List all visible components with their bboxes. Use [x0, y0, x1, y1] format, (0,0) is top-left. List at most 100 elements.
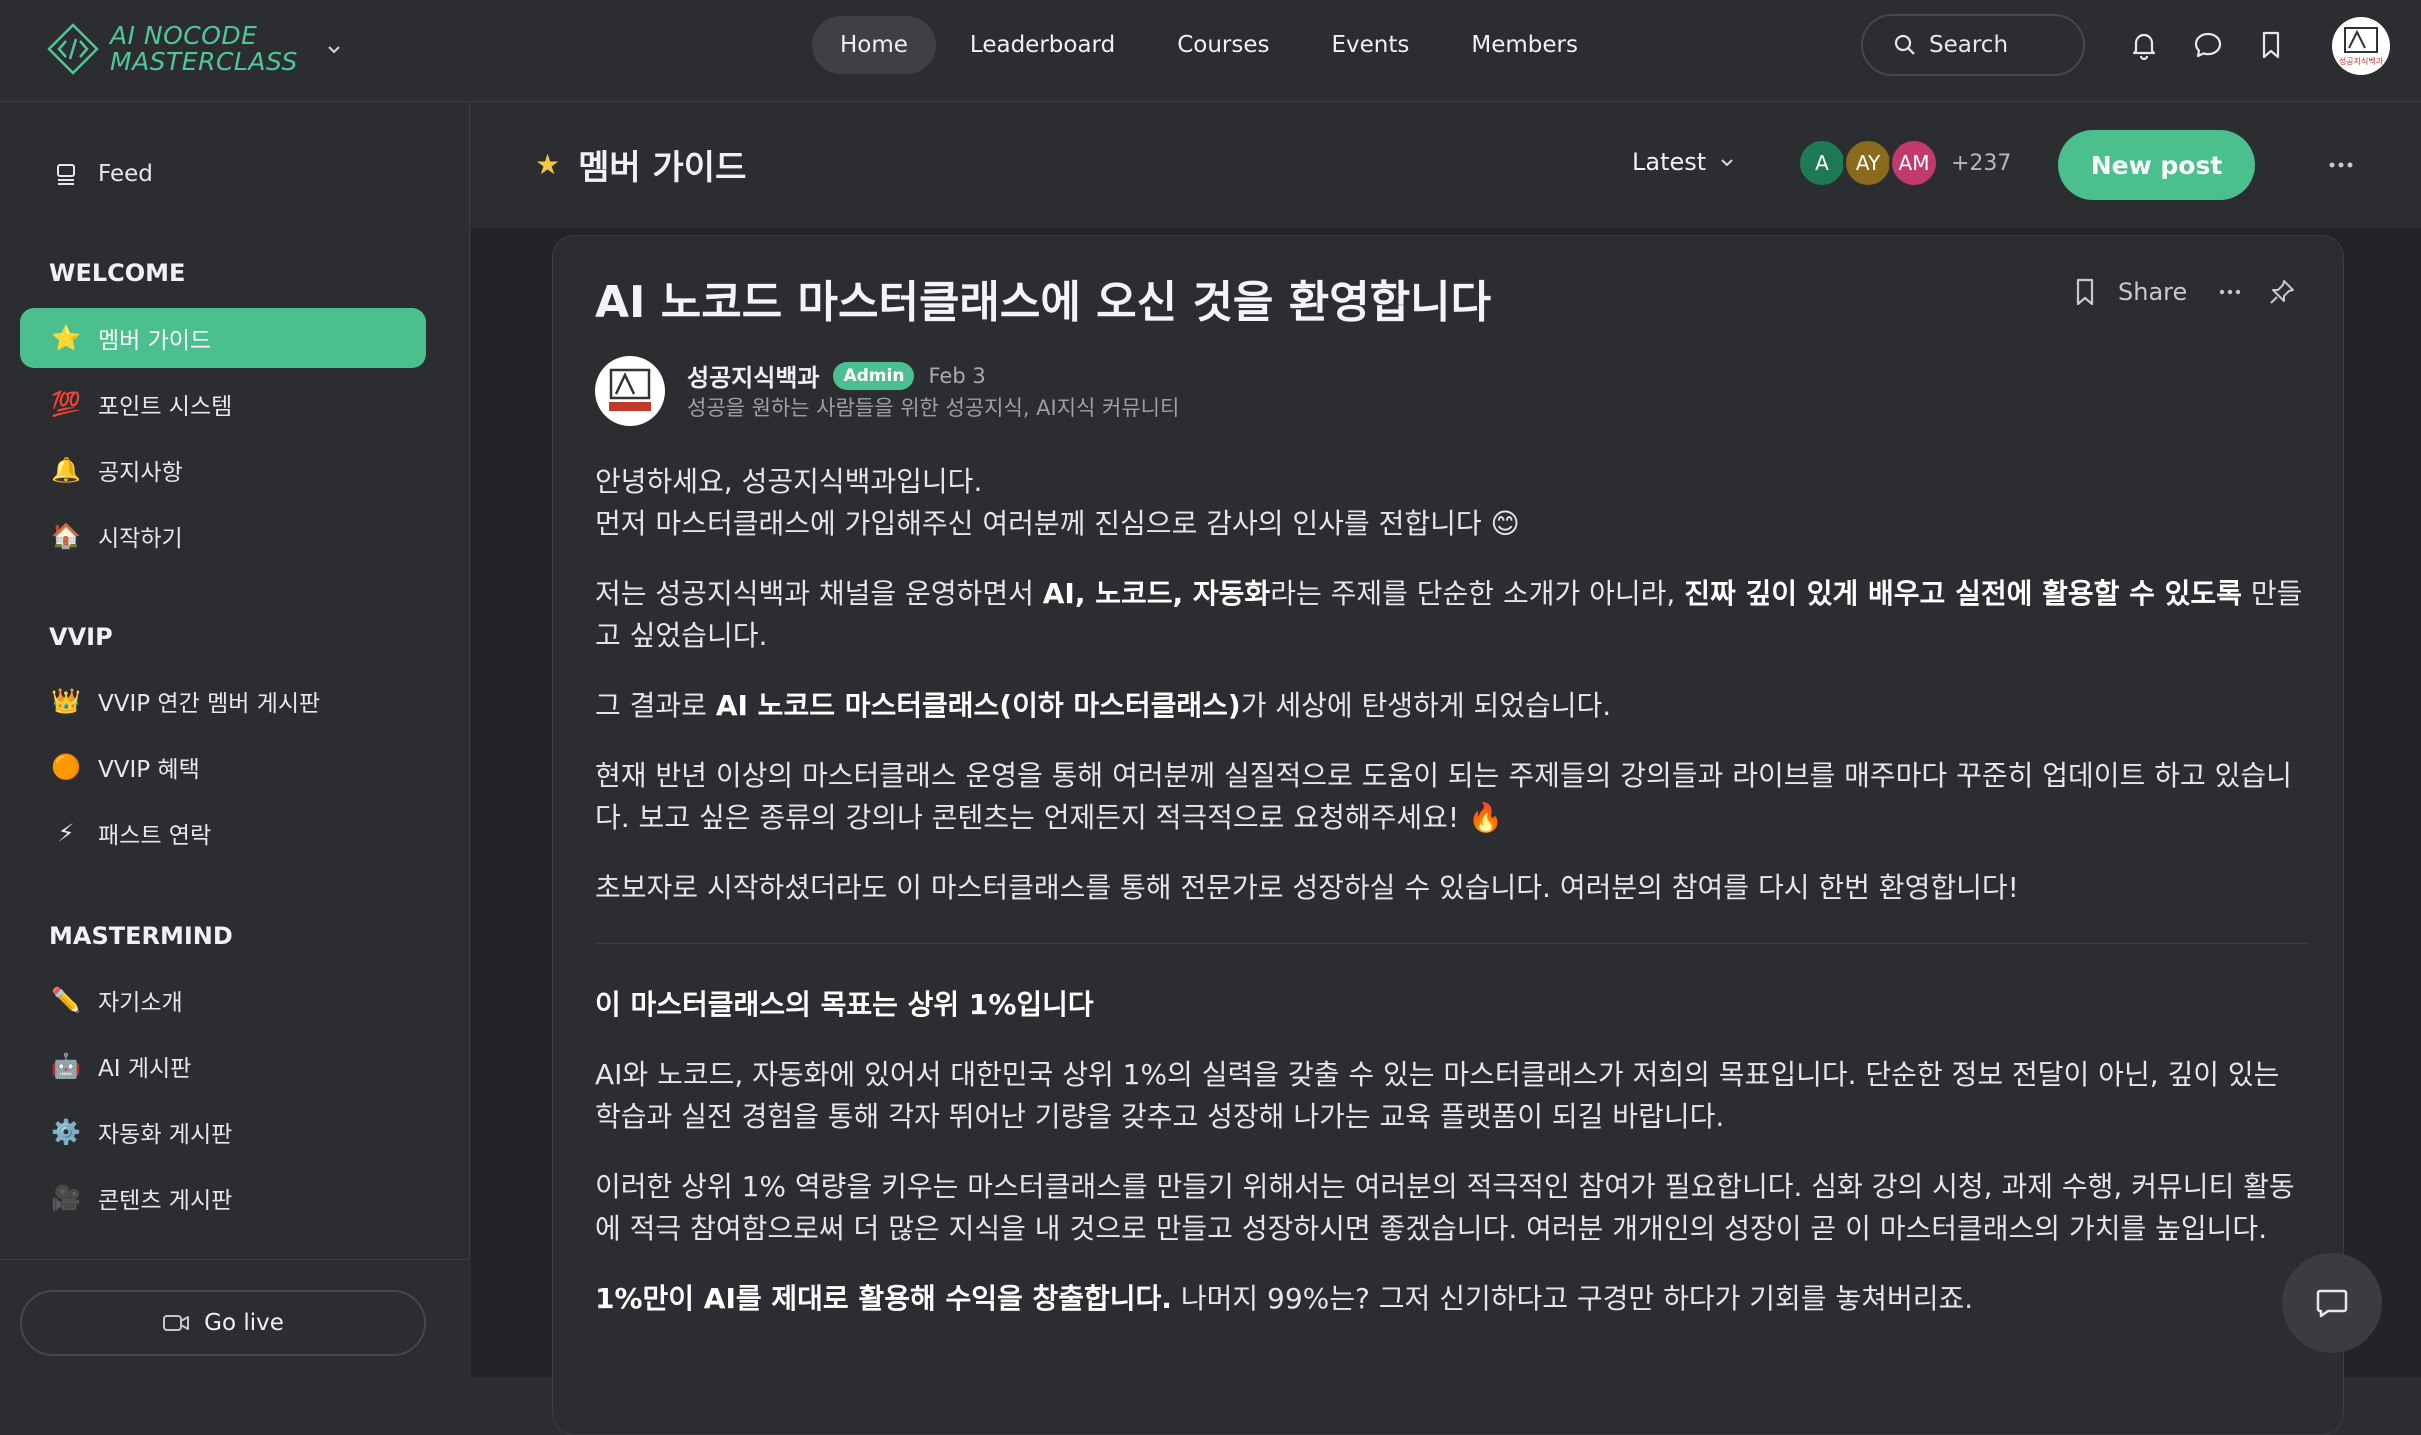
post-body: 안녕하세요, 성공지식백과입니다. 먼저 마스터클래스에 가입해주신 여러분께 … — [595, 461, 2307, 1348]
more-options-icon[interactable] — [2217, 279, 2243, 305]
paragraph: 저는 성공지식백과 채널을 운영하면서 AI, 노코드, 자동화라는 주제를 단… — [595, 573, 2307, 657]
chat-icon[interactable] — [2191, 28, 2225, 62]
post-card: AI 노코드 마스터클래스에 오신 것을 환영합니다 Share 성공지식백과 — [552, 235, 2344, 1435]
sidebar-item-label: AI 게시판 — [98, 1056, 192, 1082]
nav-leaderboard[interactable]: Leaderboard — [942, 16, 1143, 74]
paragraph: 현재 반년 이상의 마스터클래스 운영을 통해 여러분께 실질적으로 도움이 되… — [595, 759, 2292, 834]
post-actions: Share — [2070, 276, 2297, 308]
bookmark-icon[interactable] — [2254, 28, 2288, 62]
sidebar-item-vvip-benefits[interactable]: 🟠 VVIP 혜택 — [20, 737, 426, 797]
sidebar-item-self-intro[interactable]: ✏️ 자기소개 — [20, 970, 426, 1030]
sidebar-item-label: 시작하기 — [98, 526, 183, 552]
paragraph: 그 결과로 AI 노코드 마스터클래스(이하 마스터클래스)가 세상에 탄생하게… — [595, 685, 2307, 727]
sidebar-item-notice[interactable]: 🔔 공지사항 — [20, 440, 426, 500]
pencil-icon: ✏️ — [51, 986, 81, 1014]
star-icon: ★ — [535, 148, 561, 181]
sidebar-item-getting-started[interactable]: 🏠 시작하기 — [20, 506, 426, 566]
bookmark-icon[interactable] — [2070, 276, 2100, 308]
paragraph: 이러한 상위 1% 역량을 키우는 마스터클래스를 만들기 위해서는 여러분의 … — [595, 1170, 2295, 1245]
bell-icon: 🔔 — [51, 456, 81, 484]
sidebar-item-vvip-board[interactable]: 👑 VVIP 연간 멤버 게시판 — [20, 671, 426, 731]
text: 저는 성공지식백과 채널을 운영하면서 — [595, 577, 1043, 610]
book-logo-icon — [609, 368, 651, 411]
nav-members[interactable]: Members — [1443, 16, 1606, 74]
video-camera-icon: 🎥 — [51, 1184, 81, 1212]
nav-events[interactable]: Events — [1303, 16, 1437, 74]
post-title: AI 노코드 마스터클래스에 오신 것을 환영합니다 — [595, 277, 1492, 328]
sidebar-item-automation-board[interactable]: ⚙️ 자동화 게시판 — [20, 1102, 426, 1162]
user-avatar[interactable]: 성공지식백과 — [2332, 17, 2390, 75]
search-button[interactable]: Search — [1861, 14, 2085, 76]
bold-text: AI, 노코드, 자동화 — [1042, 577, 1271, 610]
chat-widget-button[interactable] — [2282, 1253, 2382, 1353]
member-count: +237 — [1951, 150, 2012, 176]
bold-text: 1%만이 AI를 제대로 활용해 수익을 창출합니다. — [595, 1282, 1172, 1315]
paragraph: 안녕하세요, 성공지식백과입니다. 먼저 마스터클래스에 가입해주신 여러분께 … — [595, 461, 2307, 545]
chevron-down-icon[interactable] — [324, 39, 344, 59]
sidebar-item-member-guide[interactable]: ⭐ 멤버 가이드 — [20, 308, 426, 368]
sidebar-item-label: 자기소개 — [98, 990, 183, 1016]
author-avatar[interactable] — [595, 356, 665, 426]
brand-line-1: AI NOCODE — [110, 21, 258, 50]
bell-icon[interactable] — [2127, 28, 2161, 62]
crown-icon: 👑 — [51, 687, 81, 715]
sort-dropdown[interactable]: Latest — [1632, 148, 1736, 176]
author-description: 성공을 원하는 사람들을 위한 성공지식, AI지식 커뮤니티 — [687, 396, 1180, 420]
sidebar-item-feed[interactable]: Feed — [20, 144, 426, 204]
text: 그 결과로 — [595, 689, 716, 722]
member-avatars[interactable]: A AY AM +237 — [1797, 138, 2012, 188]
pin-icon[interactable] — [2267, 277, 2297, 307]
page-title: ★ 멤버 가이드 — [535, 140, 746, 189]
nav-courses[interactable]: Courses — [1149, 16, 1297, 74]
paragraph: 1%만이 AI를 제대로 활용해 수익을 창출합니다. 나머지 99%는? 그저… — [595, 1278, 2307, 1320]
sidebar-item-ai-board[interactable]: 🤖 AI 게시판 — [20, 1036, 426, 1096]
more-options-icon[interactable] — [2326, 150, 2356, 180]
sidebar-item-label: 포인트 시스템 — [98, 394, 233, 420]
bold-text: 진짜 깊이 있게 배우고 실전에 활용할 수 있도록 — [1684, 577, 2242, 610]
section-vvip: VVIP — [49, 623, 113, 651]
brand-name: AI NOCODE MASTERCLASS — [110, 23, 298, 75]
hundred-points-icon: 💯 — [51, 390, 81, 418]
main-content: ★ 멤버 가이드 Latest A AY AM +237 New post AI… — [471, 102, 2421, 1435]
sidebar-item-fast-contact[interactable]: ⚡ 패스트 연락 — [20, 803, 426, 863]
sidebar-item-label: 패스트 연락 — [98, 823, 212, 849]
sidebar: Feed WELCOME ⭐ 멤버 가이드 💯 포인트 시스템 🔔 공지사항 🏠… — [0, 102, 470, 1377]
avatar: AY — [1843, 138, 1893, 188]
section-heading: 이 마스터클래스의 목표는 상위 1%입니다 — [595, 988, 1094, 1021]
avatar: AM — [1889, 138, 1939, 188]
sidebar-item-label: VVIP 연간 멤버 게시판 — [98, 691, 321, 717]
message-icon — [2316, 1289, 2348, 1318]
sidebar-item-label: 콘텐츠 게시판 — [98, 1188, 233, 1214]
new-post-button[interactable]: New post — [2058, 130, 2255, 200]
admin-badge: Admin — [833, 361, 915, 390]
go-live-label: Go live — [204, 1310, 284, 1336]
brand-logo[interactable]: AI NOCODE MASTERCLASS — [46, 22, 344, 76]
sidebar-item-label: 자동화 게시판 — [98, 1122, 233, 1148]
space-header: ★ 멤버 가이드 Latest A AY AM +237 New post — [471, 102, 2421, 228]
orange-circle-icon: 🟠 — [51, 753, 81, 781]
code-logo-icon — [47, 23, 99, 75]
sidebar-item-label: 공지사항 — [98, 460, 183, 486]
sidebar-item-point-system[interactable]: 💯 포인트 시스템 — [20, 374, 426, 434]
divider — [595, 943, 2307, 944]
nav-home[interactable]: Home — [812, 16, 936, 74]
main-nav: Home Leaderboard Courses Events Members — [812, 16, 1606, 74]
house-icon: 🏠 — [51, 522, 81, 550]
author-name[interactable]: 성공지식백과 — [687, 358, 819, 393]
text: 가 세상에 탄생하게 되었습니다. — [1240, 689, 1612, 722]
video-icon — [163, 1315, 190, 1331]
share-button[interactable]: Share — [2118, 278, 2187, 306]
sidebar-item-content-board[interactable]: 🎥 콘텐츠 게시판 — [20, 1168, 426, 1228]
feed-icon — [57, 164, 75, 185]
avatar-caption: 성공지식백과 — [2339, 56, 2384, 66]
text: 라는 주제를 단순한 소개가 아니라, — [1270, 577, 1685, 610]
page-title-text: 멤버 가이드 — [578, 148, 747, 188]
search-label: Search — [1929, 32, 2009, 58]
brand-line-2: MASTERCLASS — [110, 47, 298, 76]
text: 나머지 99%는? 그저 신기하다고 구경만 하다가 기회를 놓쳐버리죠. — [1171, 1282, 1974, 1315]
paragraph: 초보자로 시작하셨더라도 이 마스터클래스를 통해 전문가로 성장하실 수 있습… — [595, 871, 2019, 904]
lightning-icon: ⚡ — [57, 819, 75, 847]
go-live-button[interactable]: Go live — [20, 1290, 426, 1356]
avatar: A — [1797, 138, 1847, 188]
text: 먼저 마스터클래스에 가입해주신 여러분께 진심으로 감사의 인사를 전합니다 … — [595, 507, 1520, 540]
